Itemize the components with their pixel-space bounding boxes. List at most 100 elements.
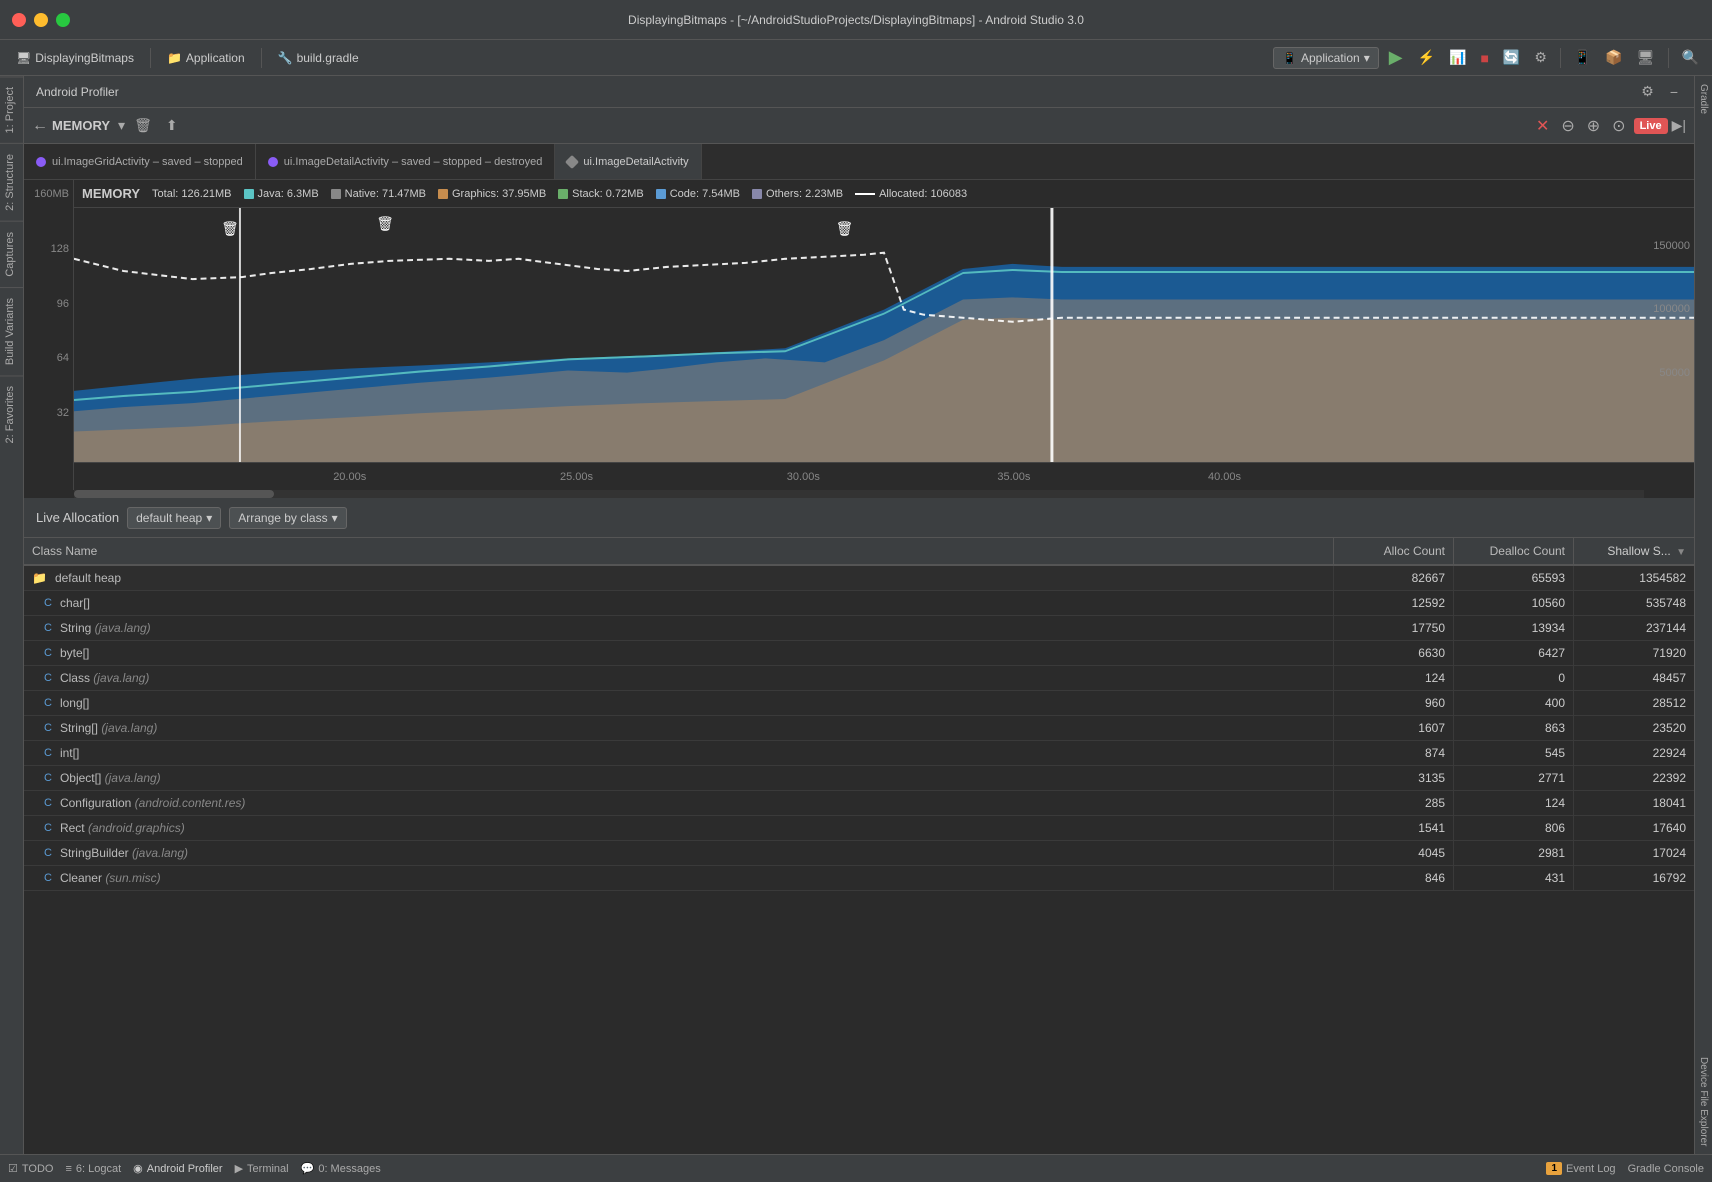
- table-row[interactable]: C char[] 12592 10560 535748: [24, 591, 1694, 616]
- terminal-icon: ▶: [235, 1162, 243, 1175]
- session-tab-2[interactable]: ui.ImageDetailActivity – saved – stopped…: [256, 144, 556, 179]
- sdk-manager-button[interactable]: 📦: [1600, 47, 1627, 68]
- chart-svg[interactable]: 🗑 🗑 🗑 150000 100000 50000: [74, 208, 1694, 462]
- live-end-button[interactable]: ▶|: [1672, 117, 1686, 134]
- shallow-size-cell: 237144: [1574, 616, 1694, 640]
- time-35s: 35.00s: [997, 471, 1030, 483]
- table-row[interactable]: C int[] 874 545 22924: [24, 741, 1694, 766]
- window-controls[interactable]: [12, 13, 70, 27]
- zoom-out-button[interactable]: ⊖: [1557, 114, 1578, 138]
- zoom-fit-button[interactable]: ⊙: [1608, 114, 1629, 138]
- gradle-tab[interactable]: Gradle: [1695, 76, 1712, 122]
- session-tab-1[interactable]: ui.ImageGridActivity – saved – stopped: [24, 144, 256, 179]
- table-row[interactable]: C Configuration (android.content.res) 28…: [24, 791, 1694, 816]
- class-icon: C: [44, 622, 52, 634]
- session-tab-3[interactable]: ui.ImageDetailActivity: [555, 144, 701, 179]
- chart-right-axis: 150000 100000 50000: [1639, 236, 1694, 434]
- stop-button[interactable]: ■: [1475, 48, 1493, 68]
- event-log-item[interactable]: 1 Event Log: [1546, 1162, 1615, 1175]
- others-color-swatch: [752, 189, 762, 199]
- sidebar-tab-build-variants[interactable]: Build Variants: [0, 287, 23, 375]
- logcat-item[interactable]: ≡ 6: Logcat: [65, 1163, 121, 1175]
- th-alloc-count[interactable]: Alloc Count: [1334, 538, 1454, 564]
- th-dealloc-count[interactable]: Dealloc Count: [1454, 538, 1574, 564]
- dealloc-count-cell: 65593: [1454, 566, 1574, 590]
- minimize-window-btn[interactable]: [34, 13, 48, 27]
- run-button[interactable]: ▶: [1383, 45, 1409, 70]
- table-row[interactable]: 📁 default heap 82667 65593 1354582: [24, 566, 1694, 591]
- shallow-size-cell: 23520: [1574, 716, 1694, 740]
- class-icon: C: [44, 872, 52, 884]
- left-sidebar: 1: Project 2: Structure Captures Build V…: [0, 76, 24, 1154]
- class-name-text: Configuration (android.content.res): [60, 796, 245, 810]
- gradle-icon: 🔧: [278, 51, 293, 65]
- legend-others: Others: 2.23MB: [752, 188, 843, 200]
- profiler-settings-button[interactable]: ⚙: [1637, 81, 1658, 102]
- class-name-cell: C long[]: [24, 691, 1334, 715]
- avd-manager-button[interactable]: 🖥: [1632, 47, 1660, 68]
- run-config-label: Application: [1301, 51, 1360, 65]
- delete-session-button[interactable]: 🗑: [129, 115, 157, 136]
- time-30s: 30.00s: [787, 471, 820, 483]
- profiler-minimize-button[interactable]: −: [1666, 82, 1682, 102]
- app-run-dropdown[interactable]: 📱 Application ▾: [1273, 47, 1379, 69]
- sidebar-tab-structure[interactable]: 2: Structure: [0, 143, 23, 221]
- table-row[interactable]: C Rect (android.graphics) 1541 806 17640: [24, 816, 1694, 841]
- device-manager-button[interactable]: 📱: [1569, 47, 1596, 68]
- todo-item[interactable]: ☑ TODO: [8, 1162, 53, 1175]
- profile-button[interactable]: 📊: [1444, 47, 1471, 68]
- class-name-cell: C Object[] (java.lang): [24, 766, 1334, 790]
- debug-button[interactable]: ⚡: [1413, 47, 1440, 68]
- session-label-3: ui.ImageDetailActivity: [583, 156, 688, 168]
- device-file-explorer-tab[interactable]: Device File Explorer: [1695, 1049, 1712, 1154]
- zoom-in-button[interactable]: ⊕: [1583, 114, 1604, 138]
- close-window-btn[interactable]: [12, 13, 26, 27]
- allocated-line-swatch: [855, 193, 875, 195]
- allocation-table[interactable]: Class Name Alloc Count Dealloc Count Sha…: [24, 538, 1694, 1154]
- sidebar-tab-project[interactable]: 1: Project: [0, 76, 23, 143]
- memory-legend: MEMORY Total: 126.21MB Java: 6.3MB Nativ…: [74, 180, 1694, 208]
- build-gradle-item[interactable]: 🔧 build.gradle: [270, 47, 367, 69]
- table-row[interactable]: C String (java.lang) 17750 13934 237144: [24, 616, 1694, 641]
- export-button[interactable]: ⬆: [161, 115, 183, 136]
- messages-item[interactable]: 💬 0: Messages: [301, 1162, 381, 1175]
- table-row[interactable]: C byte[] 6630 6427 71920: [24, 641, 1694, 666]
- table-row[interactable]: C long[] 960 400 28512: [24, 691, 1694, 716]
- close-button[interactable]: ✕: [1536, 116, 1549, 136]
- arrange-dropdown[interactable]: Arrange by class ▾: [229, 507, 346, 529]
- project-menu-item[interactable]: 🖥 DisplayingBitmaps: [8, 47, 142, 69]
- memory-dropdown-button[interactable]: ▾: [118, 117, 125, 134]
- class-name-cell: C Cleaner (sun.misc): [24, 866, 1334, 890]
- table-row[interactable]: C String[] (java.lang) 1607 863 23520: [24, 716, 1694, 741]
- chart-main[interactable]: MEMORY Total: 126.21MB Java: 6.3MB Nativ…: [74, 180, 1694, 490]
- table-row[interactable]: C Class (java.lang) 124 0 48457: [24, 666, 1694, 691]
- table-row[interactable]: C Object[] (java.lang) 3135 2771 22392: [24, 766, 1694, 791]
- back-button[interactable]: ←: [32, 117, 48, 135]
- arrange-dropdown-label: Arrange by class: [238, 511, 327, 525]
- sync-button[interactable]: 🔄: [1498, 47, 1525, 68]
- event-log-badge: 1: [1546, 1162, 1562, 1175]
- todo-label: TODO: [22, 1163, 54, 1175]
- chart-scrollbar[interactable]: [74, 490, 1644, 498]
- maximize-window-btn[interactable]: [56, 13, 70, 27]
- alloc-count-cell: 874: [1334, 741, 1454, 765]
- gradle-console-item[interactable]: Gradle Console: [1628, 1163, 1704, 1175]
- table-row[interactable]: C Cleaner (sun.misc) 846 431 16792: [24, 866, 1694, 891]
- class-name-text: StringBuilder (java.lang): [60, 846, 188, 860]
- terminal-item[interactable]: ▶ Terminal: [235, 1162, 289, 1175]
- sidebar-tab-captures[interactable]: Captures: [0, 221, 23, 287]
- sidebar-tab-favorites[interactable]: 2: Favorites: [0, 375, 23, 453]
- time-25s: 25.00s: [560, 471, 593, 483]
- th-shallow-size[interactable]: Shallow S... ▼: [1574, 538, 1694, 564]
- table-row[interactable]: C StringBuilder (java.lang) 4045 2981 17…: [24, 841, 1694, 866]
- application-module-item[interactable]: 📁 Application: [159, 47, 253, 69]
- settings-button[interactable]: ⚙: [1529, 47, 1552, 68]
- search-button[interactable]: 🔍: [1677, 47, 1704, 68]
- scrollbar-thumb[interactable]: [74, 490, 274, 498]
- heap-dropdown[interactable]: default heap ▾: [127, 507, 221, 529]
- profiler-status-item[interactable]: ◉ Android Profiler: [133, 1162, 222, 1175]
- right-sidebar: Gradle Device File Explorer: [1694, 76, 1712, 1154]
- gradle-console-label: Gradle Console: [1628, 1163, 1704, 1175]
- separator: [261, 48, 262, 68]
- th-class-name[interactable]: Class Name: [24, 538, 1334, 564]
